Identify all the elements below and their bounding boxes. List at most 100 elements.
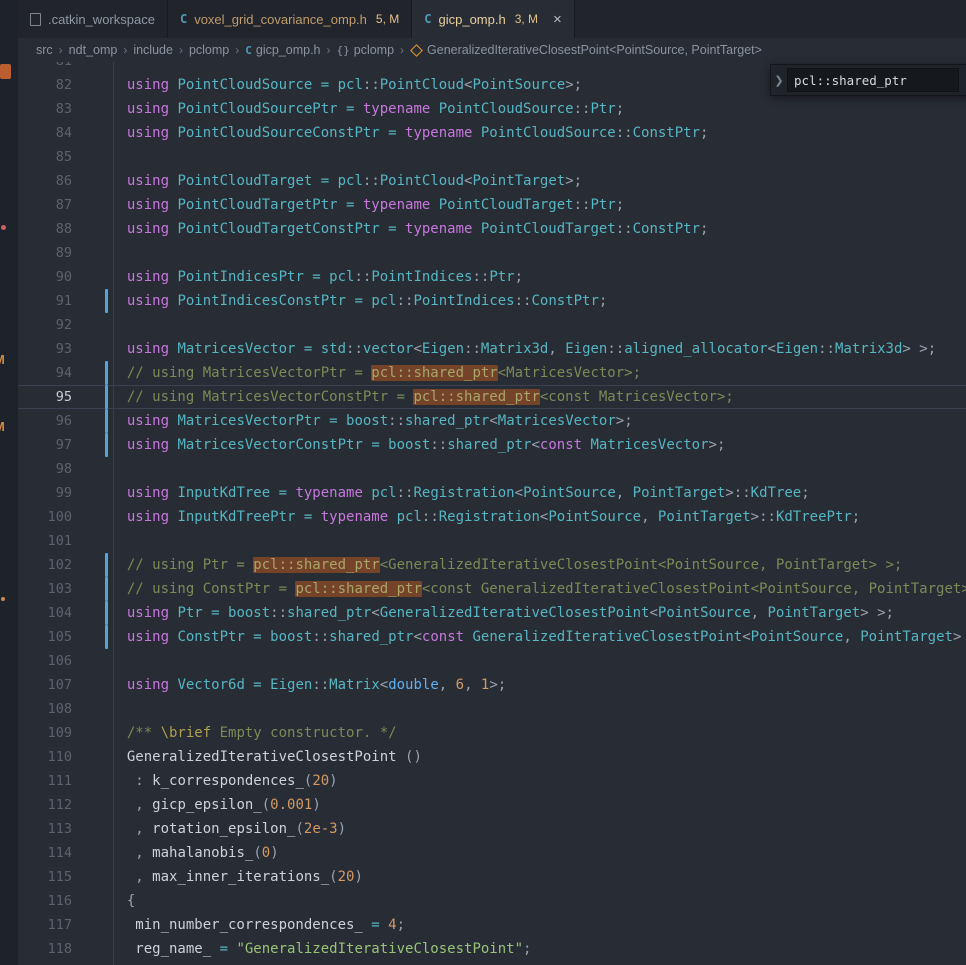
gutter-decoration-zone: [72, 697, 110, 721]
breadcrumb-item-7[interactable]: GeneralizedIterativeClosestPoint<PointSo…: [410, 43, 762, 57]
code-lines: 8182 using PointCloudSource = pcl::Point…: [18, 62, 966, 961]
code-line-97[interactable]: 97 using MatricesVectorConstPtr = boost:…: [18, 433, 966, 457]
code-line-103[interactable]: 103 // using ConstPtr = pcl::shared_ptr<…: [18, 577, 966, 601]
tab-gicp-omp-h[interactable]: Cgicp_omp.h 3, M ×: [412, 0, 575, 38]
code-text: , mahalanobis_(0): [110, 845, 279, 861]
line-number: 113: [47, 821, 72, 837]
code-line-101[interactable]: 101: [18, 529, 966, 553]
gutter-decoration-zone: [72, 841, 110, 865]
left-strip-decoration: M: [0, 352, 9, 368]
gutter-decoration-zone: [72, 409, 110, 433]
vscode-window: MM .catkin_workspaceCvoxel_grid_covarian…: [0, 0, 966, 965]
c-file-icon: C: [424, 12, 432, 26]
code-line-118[interactable]: 118 reg_name_ = "GeneralizedIterativeClo…: [18, 937, 966, 961]
code-text: // using ConstPtr = pcl::shared_ptr<cons…: [110, 581, 966, 597]
find-query-text: pcl::shared_ptr: [794, 72, 907, 88]
c-file-icon: C: [179, 12, 188, 26]
code-line-85[interactable]: 85: [18, 145, 966, 169]
code-line-116[interactable]: 116 {: [18, 889, 966, 913]
line-number: 95: [55, 389, 72, 405]
gutter-decoration-zone: [72, 169, 110, 193]
code-line-90[interactable]: 90 using PointIndicesPtr = pcl::PointInd…: [18, 265, 966, 289]
code-line-112[interactable]: 112 , gicp_epsilon_(0.001): [18, 793, 966, 817]
breadcrumb-label: GeneralizedIterativeClosestPoint<PointSo…: [427, 43, 762, 57]
code-line-98[interactable]: 98: [18, 457, 966, 481]
line-number: 115: [47, 869, 72, 885]
code-line-91[interactable]: 91 using PointIndicesConstPtr = pcl::Poi…: [18, 289, 966, 313]
code-line-95[interactable]: 95 // using MatricesVectorConstPtr = pcl…: [18, 385, 966, 409]
code-line-83[interactable]: 83 using PointCloudSourcePtr = typename …: [18, 97, 966, 121]
code-line-88[interactable]: 88 using PointCloudTargetConstPtr = type…: [18, 217, 966, 241]
code-line-104[interactable]: 104 using Ptr = boost::shared_ptr<Genera…: [18, 601, 966, 625]
gutter-decoration-zone: [72, 601, 110, 625]
code-line-108[interactable]: 108: [18, 697, 966, 721]
code-line-92[interactable]: 92: [18, 313, 966, 337]
git-modified-bar: [105, 289, 108, 313]
breadcrumb-label: ndt_omp: [68, 43, 118, 57]
code-line-109[interactable]: 109 /** \brief Empty constructor. */: [18, 721, 966, 745]
code-line-86[interactable]: 86 using PointCloudTarget = pcl::PointCl…: [18, 169, 966, 193]
tab-voxel-grid-covariance-omp-h[interactable]: Cvoxel_grid_covariance_omp.h 5, M: [167, 0, 413, 38]
code-text: using PointCloudTarget = pcl::PointCloud…: [110, 173, 583, 189]
tab-label: gicp_omp.h: [438, 11, 506, 27]
code-text: GeneralizedIterativeClosestPoint (): [110, 749, 422, 765]
code-line-107[interactable]: 107 using Vector6d = Eigen::Matrix<doubl…: [18, 673, 966, 697]
breadcrumb-item-4[interactable]: pclomp: [189, 43, 229, 57]
breadcrumb-label: pclomp: [353, 43, 395, 57]
line-number: 108: [47, 701, 72, 717]
code-line-111[interactable]: 111 : k_correspondences_(20): [18, 769, 966, 793]
code-text: using InputKdTreePtr = typename pcl::Reg…: [110, 509, 861, 525]
gutter-decoration-zone: [72, 361, 110, 385]
code-line-110[interactable]: 110 GeneralizedIterativeClosestPoint (): [18, 745, 966, 769]
gutter-decoration-zone: [72, 529, 110, 553]
gutter-decoration-zone: [72, 817, 110, 841]
code-line-87[interactable]: 87 using PointCloudTargetPtr = typename …: [18, 193, 966, 217]
code-line-115[interactable]: 115 , max_inner_iterations_(20): [18, 865, 966, 889]
tab-catkin-workspace[interactable]: .catkin_workspace: [18, 0, 168, 38]
code-line-89[interactable]: 89: [18, 241, 966, 265]
gutter-decoration-zone: [72, 937, 110, 961]
code-line-84[interactable]: 84 using PointCloudSourceConstPtr = type…: [18, 121, 966, 145]
breadcrumb-item-1[interactable]: src: [36, 43, 53, 57]
code-line-105[interactable]: 105 using ConstPtr = boost::shared_ptr<c…: [18, 625, 966, 649]
tab-label: .catkin_workspace: [48, 11, 155, 27]
gutter-decoration-zone: [72, 745, 110, 769]
code-line-96[interactable]: 96 using MatricesVectorPtr = boost::shar…: [18, 409, 966, 433]
line-number: 85: [55, 149, 72, 165]
breadcrumb-separator-icon: ›: [326, 43, 331, 57]
code-editor[interactable]: 8182 using PointCloudSource = pcl::Point…: [18, 62, 966, 965]
code-line-94[interactable]: 94 // using MatricesVectorPtr = pcl::sha…: [18, 361, 966, 385]
breadcrumb-item-3[interactable]: include: [133, 43, 173, 57]
find-input[interactable]: pcl::shared_ptr: [787, 68, 959, 92]
code-text: using MatricesVector = std::vector<Eigen…: [110, 341, 937, 357]
line-number: 91: [55, 293, 72, 309]
gutter-decoration-zone: [72, 865, 110, 889]
gutter-decoration-zone: [72, 289, 110, 313]
breadcrumb-item-2[interactable]: ndt_omp: [69, 43, 118, 57]
line-number: 93: [55, 341, 72, 357]
line-number: 117: [47, 917, 72, 933]
close-icon[interactable]: ×: [553, 12, 562, 27]
line-number: 94: [55, 365, 72, 381]
line-number: 92: [55, 317, 72, 333]
code-text: using PointIndicesPtr = pcl::PointIndice…: [110, 269, 524, 285]
toggle-replace-chevron-icon[interactable]: ❯: [771, 74, 787, 87]
breadcrumb-item-5[interactable]: Cgicp_omp.h: [245, 43, 320, 57]
code-line-114[interactable]: 114 , mahalanobis_(0): [18, 841, 966, 865]
breadcrumb-item-6[interactable]: {} pclomp: [337, 43, 395, 57]
gutter-decoration-zone: [72, 62, 110, 73]
code-line-117[interactable]: 117 min_number_correspondences_ = 4;: [18, 913, 966, 937]
gutter-decoration-zone: [72, 145, 110, 169]
code-line-106[interactable]: 106: [18, 649, 966, 673]
code-line-102[interactable]: 102 // using Ptr = pcl::shared_ptr<Gener…: [18, 553, 966, 577]
breadcrumb-label: gicp_omp.h: [255, 43, 321, 57]
line-number: 98: [55, 461, 72, 477]
line-number: 118: [47, 941, 72, 957]
code-line-100[interactable]: 100 using InputKdTreePtr = typename pcl:…: [18, 505, 966, 529]
code-line-113[interactable]: 113 , rotation_epsilon_(2e-3): [18, 817, 966, 841]
left-strip-decoration: [0, 64, 11, 79]
code-line-99[interactable]: 99 using InputKdTree = typename pcl::Reg…: [18, 481, 966, 505]
gutter-decoration-zone: [72, 73, 110, 97]
code-line-93[interactable]: 93 using MatricesVector = std::vector<Ei…: [18, 337, 966, 361]
